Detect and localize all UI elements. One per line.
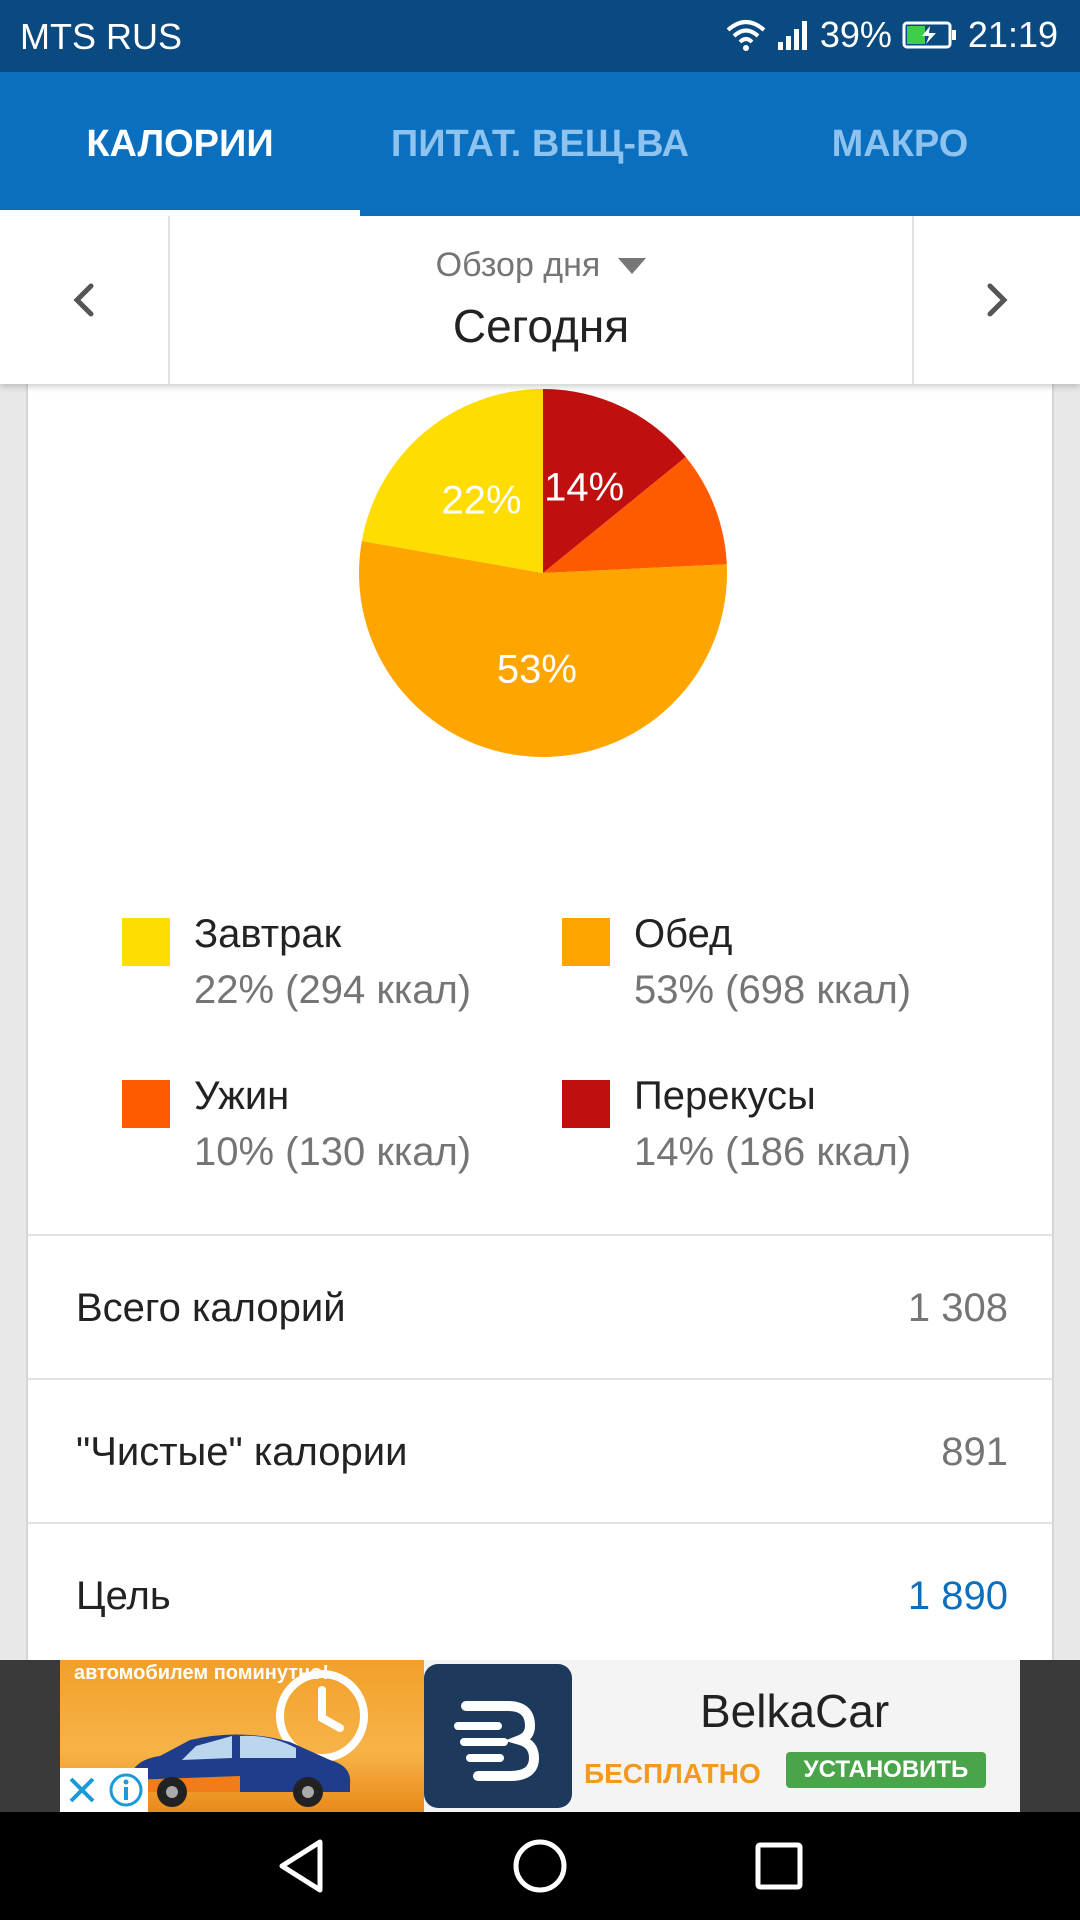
- legend-swatch-breakfast: [122, 918, 170, 966]
- car-icon: [130, 1734, 351, 1807]
- dropdown-arrow-icon: [618, 257, 647, 274]
- legend-item-lunch: Обед 53% (698 ккал): [562, 908, 1002, 1028]
- home-button[interactable]: [505, 1834, 575, 1898]
- ad-install-button[interactable]: УСТАНОВИТЬ: [786, 1752, 986, 1788]
- legend-item-dinner: Ужин 10% (130 ккал): [122, 1070, 562, 1190]
- next-day-button[interactable]: [912, 216, 1080, 384]
- pie-label-breakfast: 22%: [441, 479, 521, 523]
- chevron-right-icon: [987, 283, 1008, 317]
- ad-area: автомобилем поминутно! BelkaCar БЕСПЛАТН…: [0, 1660, 1080, 1812]
- pie-label-snacks: 14%: [544, 466, 624, 510]
- ad-app-logo: [424, 1664, 572, 1808]
- ad-banner[interactable]: автомобилем поминутно! BelkaCar БЕСПЛАТН…: [60, 1660, 1020, 1812]
- legend-swatch-lunch: [562, 918, 610, 966]
- tab-calories[interactable]: КАЛОРИИ: [0, 72, 360, 216]
- total-calories-label: Всего калорий: [76, 1286, 346, 1330]
- legend-swatch-snacks: [562, 1080, 610, 1128]
- belkacar-logo-icon: [454, 1701, 540, 1781]
- legend-value-snacks: 14% (186 ккал): [634, 1130, 912, 1174]
- period-selector[interactable]: Обзор дня Сегодня: [170, 246, 912, 353]
- tab-macros[interactable]: МАКРО: [720, 72, 1080, 216]
- ad-close-button[interactable]: [60, 1768, 104, 1812]
- ad-brand-name: BelkaCar: [700, 1685, 890, 1737]
- close-icon: [69, 1777, 95, 1803]
- goal-label: Цель: [76, 1574, 171, 1618]
- date-selector: Обзор дня Сегодня: [0, 216, 1080, 384]
- home-circle-icon: [513, 1839, 567, 1893]
- back-triangle-icon: [279, 1839, 323, 1893]
- navigation-bar: [0, 1812, 1080, 1920]
- legend-swatch-dinner: [122, 1080, 170, 1128]
- chevron-left-icon: [73, 283, 94, 317]
- goal-row[interactable]: Цель 1 890: [28, 1522, 1052, 1660]
- clock: 21:19: [967, 14, 1058, 55]
- total-calories-row[interactable]: Всего калорий 1 308: [28, 1234, 1052, 1378]
- battery-charging-icon: [902, 20, 958, 50]
- legend-item-snacks: Перекусы 14% (186 ккал): [562, 1070, 1002, 1190]
- legend-item-breakfast: Завтрак 22% (294 ккал): [122, 908, 562, 1028]
- goal-value: 1 890: [907, 1574, 1008, 1618]
- previous-day-button[interactable]: [0, 216, 170, 384]
- net-calories-value: 891: [941, 1430, 1008, 1474]
- back-button[interactable]: [266, 1834, 336, 1898]
- calories-pie-chart: 14% 53% 22%: [359, 389, 727, 757]
- status-icons: 39% 21:19: [726, 14, 1058, 56]
- tab-nutrients[interactable]: ПИТАТ. ВЕЩ-ВА: [360, 72, 720, 216]
- legend-value-breakfast: 22% (294 ккал): [194, 968, 472, 1012]
- recents-square-icon: [755, 1842, 803, 1890]
- legend-name-snacks: Перекусы: [634, 1074, 816, 1118]
- carrier-name: MTS RUS: [20, 16, 182, 57]
- recents-button[interactable]: [744, 1834, 814, 1898]
- ad-free-label: БЕСПЛАТНО: [584, 1758, 761, 1789]
- legend-value-dinner: 10% (130 ккал): [194, 1130, 472, 1174]
- net-calories-row[interactable]: "Чистые" калории 891: [28, 1378, 1052, 1522]
- signal-icon: [776, 18, 810, 52]
- selected-day: Сегодня: [452, 300, 630, 352]
- status-bar: MTS RUS 39% 21:19: [0, 0, 1080, 72]
- wifi-icon: [726, 18, 766, 52]
- calories-card: 14% 53% 22% Завтрак 22% (294 ккал) Обед 53…: [26, 384, 1054, 1660]
- period-label: Обзор дня: [435, 246, 601, 284]
- net-calories-label: "Чистые" калории: [76, 1430, 408, 1474]
- total-calories-value: 1 308: [907, 1286, 1008, 1330]
- legend-name-breakfast: Завтрак: [194, 912, 342, 956]
- legend-name-lunch: Обед: [634, 912, 733, 956]
- pie-label-lunch: 53%: [497, 647, 577, 691]
- info-icon: [109, 1773, 143, 1807]
- battery-percent: 39%: [819, 14, 892, 55]
- legend-name-dinner: Ужин: [194, 1074, 290, 1118]
- tab-bar: КАЛОРИИ ПИТАТ. ВЕЩ-ВА МАКРО: [0, 72, 1080, 216]
- ad-info-button[interactable]: [104, 1768, 148, 1812]
- legend-value-lunch: 53% (698 ккал): [634, 968, 912, 1012]
